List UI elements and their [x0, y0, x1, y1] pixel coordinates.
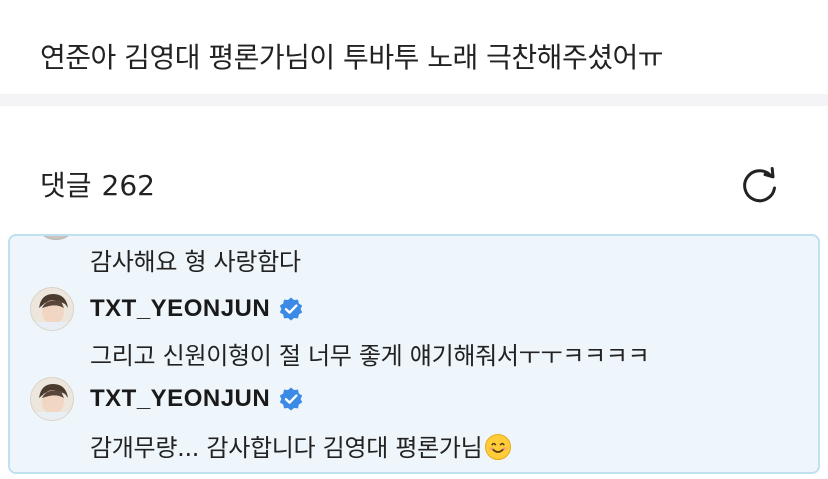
post-title: 연준아 김영대 평론가님이 투바투 노래 극찬해주셨어ㅠ: [40, 41, 663, 74]
avatar[interactable]: [30, 377, 74, 421]
section-divider: [0, 94, 828, 106]
comments-label: 댓글: [40, 169, 92, 202]
comments-count: 262: [101, 169, 155, 202]
author-username[interactable]: TXT_YEONJUN: [90, 385, 270, 413]
comment-text-content: 감개무량... 감사합니다 김영대 평론가님: [90, 434, 483, 462]
verified-badge-icon: [278, 296, 304, 322]
comment-author[interactable]: TXT_YEONJUN: [30, 286, 304, 332]
author-username[interactable]: TXT_YEONJUN: [90, 295, 270, 323]
smiling-face-icon: [484, 433, 512, 461]
comments-header: 댓글 262: [40, 164, 155, 204]
comment-text: 감개무량... 감사합니다 김영대 평론가님: [90, 428, 512, 463]
refresh-icon: [743, 167, 776, 203]
avatar: [34, 236, 78, 240]
verified-badge-icon: [278, 386, 304, 412]
avatar[interactable]: [30, 287, 74, 331]
refresh-button[interactable]: [738, 162, 782, 206]
comment-author[interactable]: TXT_YEONJUN: [30, 376, 304, 422]
comment-text: 감사해요 형 사랑함다: [90, 248, 301, 276]
comment-thread: 감사해요 형 사랑함다 TXT_YEONJUN 그리고 신원이형이 절 너무 좋…: [8, 234, 820, 474]
comment-text: 그리고 신원이형이 절 너무 좋게 얘기해줘서ㅜㅜㅋㅋㅋㅋ: [90, 342, 650, 370]
